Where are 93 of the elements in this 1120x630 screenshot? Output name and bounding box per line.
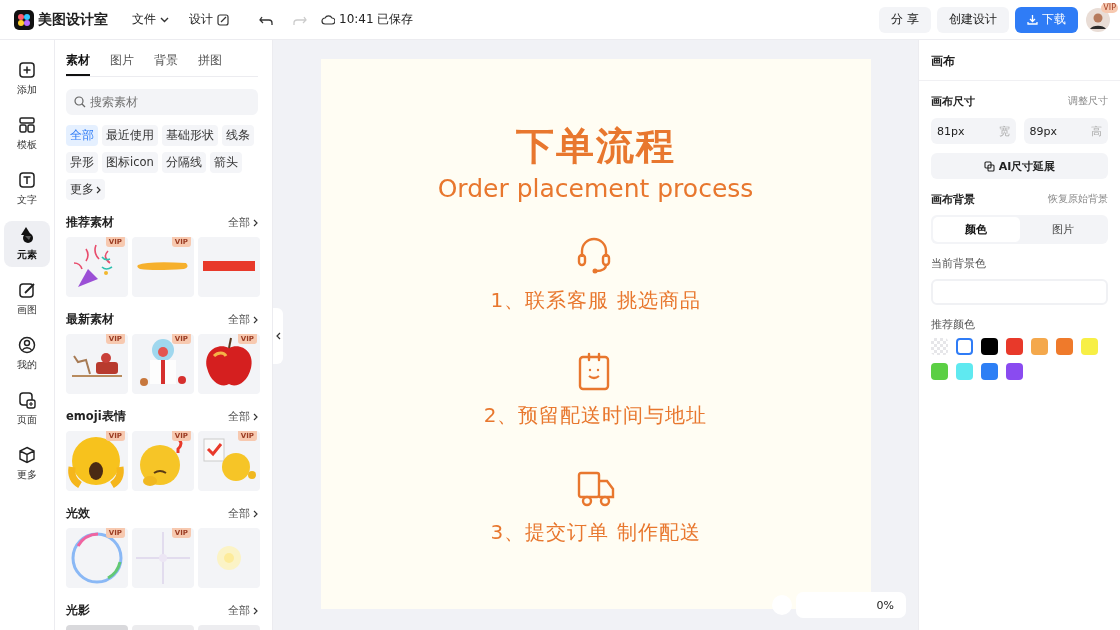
action-link[interactable]: 恢复原始背景 bbox=[1048, 193, 1108, 206]
step-text: 3、提交订单 制作配送 bbox=[490, 519, 701, 546]
segment-tab[interactable]: 图片 bbox=[1019, 217, 1106, 242]
chevron-right-icon bbox=[96, 185, 101, 194]
download-icon bbox=[1027, 14, 1038, 25]
step-text: 2、预留配送时间与地址 bbox=[483, 402, 708, 429]
logo-icon bbox=[14, 9, 34, 30]
rail-item[interactable]: 页面 bbox=[4, 386, 50, 432]
section-title: 光影 bbox=[66, 603, 90, 618]
size-field[interactable]: 89px 高 bbox=[1023, 118, 1108, 144]
section-title: 画布尺寸 bbox=[931, 94, 975, 109]
rail-item[interactable]: 元素 bbox=[4, 221, 50, 267]
filter-chip[interactable]: 异形 bbox=[66, 152, 98, 173]
save-status: 10:41 已保存 bbox=[339, 11, 414, 28]
color-swatch[interactable] bbox=[1006, 338, 1023, 355]
filter-chip[interactable]: 基础形状 bbox=[162, 125, 218, 146]
color-swatch[interactable] bbox=[956, 338, 973, 355]
color-swatch[interactable] bbox=[981, 363, 998, 380]
design-title: 下单流程 bbox=[515, 123, 676, 170]
draw-icon bbox=[18, 281, 36, 299]
cube-icon bbox=[18, 446, 36, 464]
add-icon bbox=[18, 61, 36, 79]
panel-tab[interactable]: 图片 bbox=[110, 50, 134, 76]
truck-icon bbox=[576, 469, 615, 509]
see-all-link[interactable]: 全部 bbox=[228, 603, 258, 618]
edit-icon bbox=[217, 13, 229, 26]
search-field[interactable]: 搜索素材 bbox=[66, 89, 258, 115]
filter-chip[interactable]: 图标icon bbox=[102, 152, 158, 173]
toolbar-button[interactable]: 分 享 bbox=[879, 6, 931, 33]
see-all-link[interactable]: 全部 bbox=[228, 215, 258, 230]
chevron-right-icon bbox=[253, 315, 258, 324]
rail-item[interactable]: 更多 bbox=[4, 441, 50, 487]
filter-chip[interactable]: 分隔线 bbox=[161, 152, 206, 173]
section-title: 推荐素材 bbox=[66, 215, 114, 230]
panel-tab[interactable]: 素材 bbox=[66, 50, 90, 76]
cloud-icon bbox=[321, 14, 335, 25]
filter-chip[interactable]: 全部 bbox=[66, 125, 98, 146]
color-swatch[interactable] bbox=[1056, 338, 1073, 355]
search-icon bbox=[74, 96, 86, 108]
panel-title: 画布 bbox=[919, 40, 1120, 81]
section-title: 最新素材 bbox=[66, 312, 114, 327]
color-swatch[interactable] bbox=[1031, 338, 1048, 355]
chevron-right-icon bbox=[253, 218, 258, 227]
chevron-down-icon bbox=[160, 16, 169, 23]
color-swatch[interactable] bbox=[956, 363, 973, 380]
segment-tab[interactable]: 颜色 bbox=[933, 217, 1020, 242]
menu-item[interactable]: 设计 bbox=[187, 9, 231, 30]
see-all-link[interactable]: 全部 bbox=[228, 506, 258, 521]
text-icon bbox=[18, 171, 36, 189]
menu-item[interactable]: 文件 bbox=[130, 9, 171, 30]
color-swatch[interactable] bbox=[1081, 338, 1098, 355]
filter-chip[interactable]: 线条 bbox=[222, 125, 254, 146]
chevron-right-icon bbox=[253, 412, 258, 421]
panel-tab[interactable]: 拼图 bbox=[198, 50, 222, 76]
rail-item[interactable]: 添加 bbox=[4, 56, 50, 102]
app-name: 美图设计室 bbox=[38, 10, 108, 29]
filter-chip[interactable]: 更多 bbox=[66, 179, 105, 200]
chevron-right-icon bbox=[253, 509, 258, 518]
vip-badge: VIP bbox=[1101, 2, 1118, 13]
panel-tab[interactable]: 背景 bbox=[154, 50, 178, 76]
rail-item[interactable]: 我的 bbox=[4, 331, 50, 377]
filter-chip[interactable]: 箭头 bbox=[209, 152, 242, 173]
section-title: 画布背景 bbox=[931, 192, 975, 207]
color-swatch[interactable] bbox=[931, 363, 948, 380]
ai-resize-button[interactable]: AI尺寸延展 bbox=[931, 153, 1108, 179]
zoom-control[interactable]: 0% bbox=[796, 592, 906, 618]
collapse-handle[interactable] bbox=[273, 308, 283, 364]
resize-icon bbox=[983, 160, 995, 172]
shapes-icon bbox=[18, 226, 36, 244]
download-button[interactable]: 下载 bbox=[1015, 6, 1078, 33]
color-swatch[interactable] bbox=[1006, 363, 1023, 380]
field-label: 推荐颜色 bbox=[931, 317, 976, 332]
step-text: 1、联系客服 挑选商品 bbox=[490, 287, 701, 314]
design-subtitle: Order placement process bbox=[437, 174, 754, 203]
transparent-swatch[interactable] bbox=[931, 338, 948, 355]
rail-item[interactable]: 文字 bbox=[4, 166, 50, 212]
filter-chip[interactable]: 最近使用 bbox=[102, 125, 158, 146]
section-title: 光效 bbox=[66, 506, 90, 521]
color-swatch[interactable] bbox=[981, 338, 998, 355]
user-icon bbox=[18, 336, 36, 354]
page-icon bbox=[18, 391, 36, 409]
see-all-link[interactable]: 全部 bbox=[228, 312, 258, 327]
section-title: emoji表情 bbox=[66, 409, 126, 424]
action-link[interactable]: 调整尺寸 bbox=[1068, 95, 1108, 108]
size-field[interactable]: 81px 宽 bbox=[931, 118, 1016, 144]
field-label: 当前背景色 bbox=[931, 256, 987, 271]
rail-item[interactable]: 画图 bbox=[4, 276, 50, 322]
toolbar-button[interactable]: 创建设计 bbox=[937, 6, 1009, 33]
rail-item[interactable]: 模板 bbox=[4, 111, 50, 157]
chevron-left-icon bbox=[275, 332, 281, 340]
template-icon bbox=[18, 116, 36, 134]
chevron-right-icon bbox=[253, 606, 258, 615]
see-all-link[interactable]: 全部 bbox=[228, 409, 258, 424]
